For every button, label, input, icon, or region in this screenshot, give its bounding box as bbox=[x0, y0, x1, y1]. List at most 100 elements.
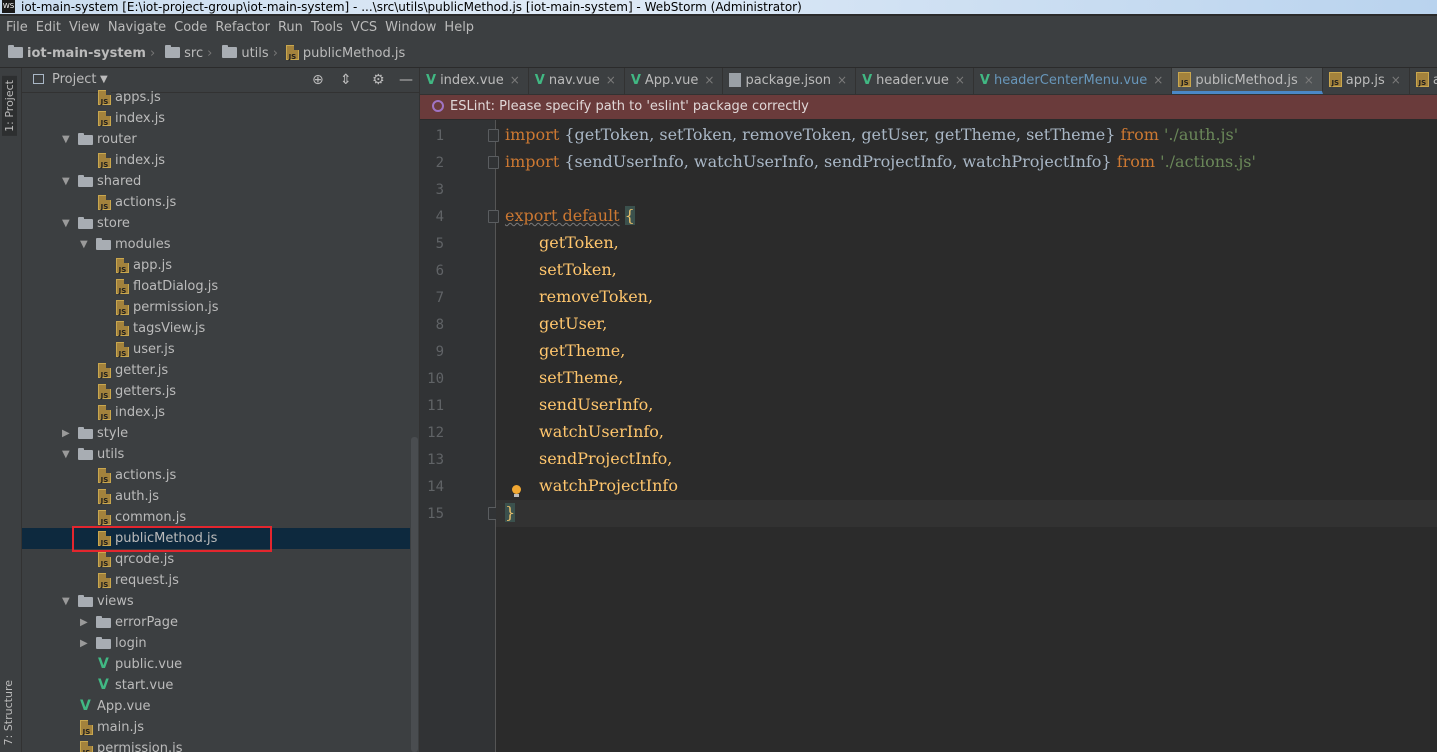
menu-edit[interactable]: Edit bbox=[32, 16, 65, 40]
close-icon[interactable]: × bbox=[510, 73, 520, 87]
chevron-down-icon[interactable]: ▼ bbox=[62, 129, 72, 150]
code-editor[interactable]: 1 2 3 4 5 6 7 8 9 10 11 12 13 14 15 import {getToken, … bbox=[420, 120, 1437, 752]
tree-folder-router[interactable]: ▼ router bbox=[22, 129, 410, 150]
close-icon[interactable]: × bbox=[955, 73, 965, 87]
chevron-down-icon[interactable]: ▼ bbox=[62, 591, 72, 612]
menu-tools[interactable]: Tools bbox=[307, 16, 347, 40]
chevron-right-icon[interactable]: ▶ bbox=[62, 423, 72, 444]
breadcrumb-src[interactable]: src bbox=[184, 40, 203, 67]
tree-folder-shared[interactable]: ▼ shared bbox=[22, 171, 410, 192]
editor-tab-label: apps.js bbox=[1433, 73, 1437, 88]
editor-tab[interactable]: VheaderCenterMenu.vue × bbox=[974, 68, 1173, 94]
tree-file-item[interactable]: JS floatDialog.js bbox=[22, 276, 410, 297]
close-icon[interactable]: × bbox=[1153, 73, 1163, 87]
line-number: 7 bbox=[435, 290, 444, 306]
tree-file-item[interactable]: JS qrcode.js bbox=[22, 549, 410, 570]
tree-item-label: common.js bbox=[115, 510, 187, 525]
close-icon[interactable]: × bbox=[1391, 73, 1401, 87]
close-icon[interactable]: × bbox=[704, 73, 714, 87]
chevron-right-icon[interactable]: ▶ bbox=[80, 612, 90, 633]
tool-tab-structure[interactable]: 7: Structure bbox=[2, 680, 15, 745]
editor-tab[interactable]: Vindex.vue × bbox=[420, 68, 529, 94]
tree-file-item[interactable]: Vstart.vue bbox=[22, 675, 410, 696]
tree-item-label: login bbox=[115, 636, 147, 651]
tree-item-label: actions.js bbox=[115, 195, 177, 210]
editor-tab[interactable]: Vheader.vue × bbox=[856, 68, 974, 94]
tree-file-item[interactable]: JS request.js bbox=[22, 570, 410, 591]
tree-item-label: actions.js bbox=[115, 468, 177, 483]
code-property-line: watchUserInfo, bbox=[539, 422, 665, 441]
chevron-down-icon[interactable]: ▼ bbox=[80, 234, 90, 255]
tree-folder-errorPage[interactable]: ▶ errorPage bbox=[22, 612, 410, 633]
tree-item-label: floatDialog.js bbox=[133, 279, 219, 294]
fold-marker-icon[interactable] bbox=[488, 210, 499, 223]
tree-file-item[interactable]: JS actions.js bbox=[22, 465, 410, 486]
line-number: 9 bbox=[435, 344, 444, 360]
tree-file-item[interactable]: JS index.js bbox=[22, 402, 410, 423]
tree-file-item[interactable]: JS index.js bbox=[22, 108, 410, 129]
lightbulb-icon[interactable] bbox=[512, 485, 521, 497]
menu-file[interactable]: File bbox=[2, 16, 32, 40]
chevron-down-icon[interactable]: ▼ bbox=[62, 213, 72, 234]
tree-file-item[interactable]: JS common.js bbox=[22, 507, 410, 528]
tree-file-item[interactable]: JS user.js bbox=[22, 339, 410, 360]
tree-file-item[interactable]: JS permission.js bbox=[22, 738, 410, 752]
tree-file-item[interactable]: JS index.js bbox=[22, 150, 410, 171]
menu-refactor[interactable]: Refactor bbox=[211, 16, 274, 40]
menu-vcs[interactable]: VCS bbox=[347, 16, 381, 40]
menu-window[interactable]: Window bbox=[381, 16, 440, 40]
highlight-annotation-box bbox=[72, 526, 272, 552]
fold-marker-icon[interactable] bbox=[488, 129, 499, 142]
project-tree-scrollbar[interactable] bbox=[411, 437, 418, 752]
breadcrumb-file[interactable]: publicMethod.js bbox=[303, 40, 405, 67]
current-line-highlight bbox=[496, 500, 1437, 527]
editor-tab[interactable]: package.json × bbox=[723, 68, 857, 94]
tree-file-item[interactable]: JS tagsView.js bbox=[22, 318, 410, 339]
eslint-warning-bar: ESLint: Please specify path to 'eslint' … bbox=[420, 95, 1437, 119]
tree-file-item[interactable]: JS app.js bbox=[22, 255, 410, 276]
tree-file-item[interactable]: Vpublic.vue bbox=[22, 654, 410, 675]
menu-navigate[interactable]: Navigate bbox=[104, 16, 170, 40]
tree-file-item[interactable]: JS apps.js bbox=[22, 87, 410, 108]
tree-item-label: permission.js bbox=[97, 741, 183, 752]
code-property-line: setToken, bbox=[539, 260, 617, 279]
window-title: iot-main-system [E:\iot-project-group\io… bbox=[21, 0, 802, 14]
fold-marker-icon[interactable] bbox=[488, 156, 499, 169]
breadcrumb-utils[interactable]: utils bbox=[241, 40, 268, 67]
close-icon[interactable]: × bbox=[837, 73, 847, 87]
tree-item-label: user.js bbox=[133, 342, 175, 357]
js-file-icon: JS bbox=[80, 720, 93, 736]
editor-tab[interactable]: Vnav.vue × bbox=[529, 68, 625, 94]
eslint-warning-text[interactable]: ESLint: Please specify path to 'eslint' … bbox=[450, 99, 809, 114]
tree-file-item[interactable]: JS permission.js bbox=[22, 297, 410, 318]
tree-folder-modules[interactable]: ▼ modules bbox=[22, 234, 410, 255]
tool-tab-project[interactable]: 1: Project bbox=[2, 76, 17, 136]
tree-folder-utils[interactable]: ▼ utils bbox=[22, 444, 410, 465]
editor-tab[interactable]: JS publicMethod.js × bbox=[1172, 68, 1323, 94]
tree-file-item[interactable]: JS main.js bbox=[22, 717, 410, 738]
editor-tab[interactable]: V App.vue × bbox=[625, 68, 724, 94]
close-icon[interactable]: × bbox=[1304, 73, 1314, 87]
line-number: 11 bbox=[427, 398, 444, 414]
close-icon[interactable]: × bbox=[606, 73, 616, 87]
chevron-right-icon[interactable]: ▶ bbox=[80, 633, 90, 654]
tree-file-item[interactable]: JS getter.js bbox=[22, 360, 410, 381]
breadcrumb-project[interactable]: iot-main-system bbox=[27, 40, 146, 67]
tree-folder-views[interactable]: ▼ views bbox=[22, 591, 410, 612]
tree-file-item[interactable]: JS actions.js bbox=[22, 192, 410, 213]
menu-view[interactable]: View bbox=[65, 16, 104, 40]
chevron-down-icon[interactable]: ▼ bbox=[62, 171, 72, 192]
tree-file-item[interactable]: V App.vue bbox=[22, 696, 410, 717]
tree-file-item[interactable]: JS getters.js bbox=[22, 381, 410, 402]
vue-file-icon: V bbox=[98, 677, 109, 693]
editor-tab[interactable]: JS app.js × bbox=[1323, 68, 1410, 94]
tree-folder-store[interactable]: ▼ store bbox=[22, 213, 410, 234]
menu-run[interactable]: Run bbox=[274, 16, 307, 40]
tree-file-item[interactable]: JS auth.js bbox=[22, 486, 410, 507]
editor-tab[interactable]: JS apps.js bbox=[1410, 68, 1437, 94]
menu-code[interactable]: Code bbox=[170, 16, 211, 40]
tree-folder-login[interactable]: ▶ login bbox=[22, 633, 410, 654]
chevron-down-icon[interactable]: ▼ bbox=[62, 444, 72, 465]
tree-folder-style[interactable]: ▶ style bbox=[22, 423, 410, 444]
menu-help[interactable]: Help bbox=[440, 16, 478, 40]
